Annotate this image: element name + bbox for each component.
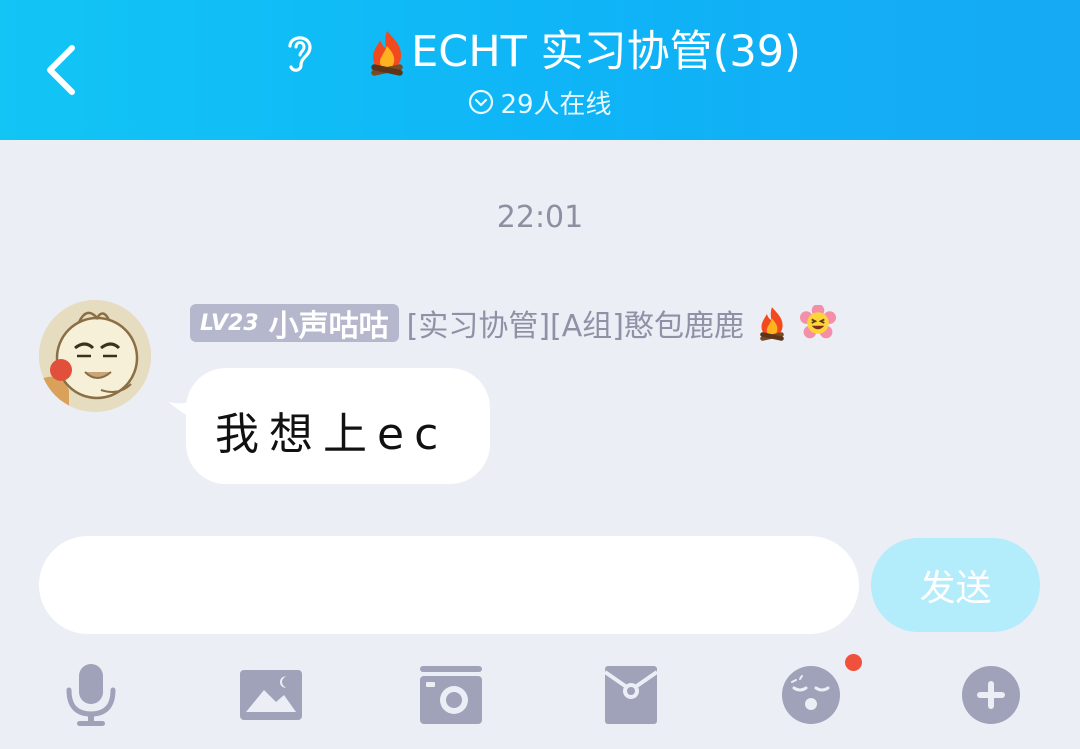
group-title: [实习协管][A组]憨包鹿鹿 [406, 309, 744, 344]
voice-button[interactable] [56, 660, 126, 730]
level-badge: LV23 小声咕咕 [190, 304, 399, 344]
notification-dot [845, 654, 862, 671]
title-row[interactable]: ECHT 实习协管(39) [0, 22, 1080, 82]
message-input[interactable] [39, 536, 859, 634]
online-status[interactable]: 29人在线 [0, 84, 1080, 120]
campfire-icon [371, 31, 403, 76]
message-timestamp: 22:01 [496, 200, 584, 235]
red-packet-button[interactable] [596, 660, 666, 730]
camera-button[interactable] [416, 660, 486, 730]
chat-title: ECHT 实习协管(39) [411, 27, 801, 77]
online-count: 29人在线 [500, 89, 612, 120]
level-label: LV23 [200, 310, 259, 336]
image-icon [240, 670, 302, 720]
message-text: 我想上ec [215, 409, 449, 460]
campfire-icon [760, 307, 784, 341]
more-button[interactable] [956, 660, 1026, 730]
emoji-icon [782, 666, 840, 724]
camera-icon [420, 666, 482, 724]
sender-nickname: 小声咕咕 [268, 309, 389, 344]
red-packet-icon [603, 666, 659, 724]
send-button[interactable]: 发送 [871, 538, 1040, 632]
grinning-flower-icon [799, 305, 836, 339]
image-button[interactable] [236, 660, 306, 730]
avatar[interactable] [39, 300, 151, 412]
microphone-icon [66, 664, 116, 726]
sender-info[interactable]: LV23 小声咕咕 [实习协管][A组]憨包鹿鹿 [190, 302, 836, 344]
ear-icon[interactable] [279, 30, 319, 74]
emoji-button[interactable] [776, 660, 846, 730]
avatar-image [39, 300, 151, 412]
plus-icon [962, 666, 1020, 724]
chevron-down-circle-icon [469, 89, 494, 115]
chat-header: ECHT 实习协管(39) 29人在线 [0, 0, 1080, 140]
